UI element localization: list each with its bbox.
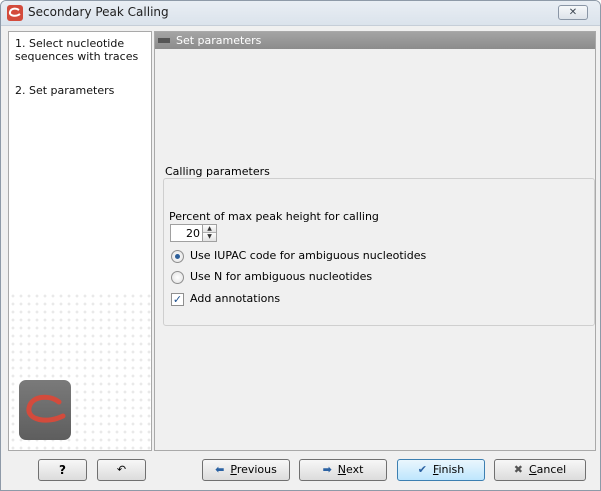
spin-down-icon[interactable]: ▼ (203, 233, 216, 241)
radio-iupac[interactable] (171, 250, 184, 263)
arrow-right-icon: ➡ (322, 463, 332, 476)
title-bar[interactable]: Secondary Peak Calling ✕ (1, 1, 600, 26)
checkmark-icon: ✔ (417, 463, 427, 476)
group-title: Calling parameters (163, 165, 272, 178)
help-icon: ? (59, 463, 66, 477)
wizard-step-1[interactable]: 1. Select nucleotide sequences with trac… (15, 37, 150, 63)
window-title: Secondary Peak Calling (28, 5, 169, 19)
arrow-left-icon: ⬅ (215, 463, 225, 476)
previous-button[interactable]: ⬅ Previous (202, 459, 290, 481)
parameters-panel: Set parameters Calling parameters Percen… (154, 31, 596, 451)
radio-use-n[interactable] (171, 271, 184, 284)
checkmark-icon: ✓ (172, 293, 183, 306)
percent-value[interactable]: 20 (186, 227, 200, 240)
add-annotations-label[interactable]: Add annotations (190, 292, 280, 305)
percent-label: Percent of max peak height for calling (169, 210, 379, 223)
add-annotations-checkbox[interactable]: ✓ (171, 293, 184, 306)
app-logo-icon (7, 5, 23, 21)
finish-button[interactable]: ✔ Finish (397, 459, 485, 481)
spinner-buttons: ▲ ▼ (202, 225, 216, 241)
cancel-x-icon: ✖ (513, 463, 523, 476)
next-button[interactable]: ➡ Next (299, 459, 387, 481)
percent-spinner[interactable]: 20 ▲ ▼ (170, 224, 217, 242)
close-icon: ✕ (568, 7, 578, 18)
reset-arrow-icon: ↶ (116, 463, 127, 476)
close-button[interactable]: ✕ (558, 5, 588, 20)
help-button[interactable]: ? (38, 459, 87, 481)
wizard-step-2-label: Set parameters (29, 84, 115, 97)
section-title: Set parameters (176, 34, 262, 47)
wizard-steps-panel: 1. Select nucleotide sequences with trac… (8, 31, 152, 451)
wizard-step-2[interactable]: 2. Set parameters (15, 84, 114, 97)
wizard-step-1-label: Select nucleotide sequences with traces (15, 37, 139, 63)
cancel-button[interactable]: ✖ Cancel (494, 459, 586, 481)
clc-logo-icon (19, 380, 71, 440)
section-marker-icon (158, 38, 170, 43)
wizard-window: Secondary Peak Calling ✕ 1. Select nucle… (0, 0, 601, 491)
reset-button[interactable]: ↶ (97, 459, 146, 481)
radio-use-n-label[interactable]: Use N for ambiguous nucleotides (190, 270, 372, 283)
radio-iupac-label[interactable]: Use IUPAC code for ambiguous nucleotides (190, 249, 426, 262)
spin-up-icon[interactable]: ▲ (203, 225, 216, 233)
section-header: Set parameters (155, 32, 595, 49)
